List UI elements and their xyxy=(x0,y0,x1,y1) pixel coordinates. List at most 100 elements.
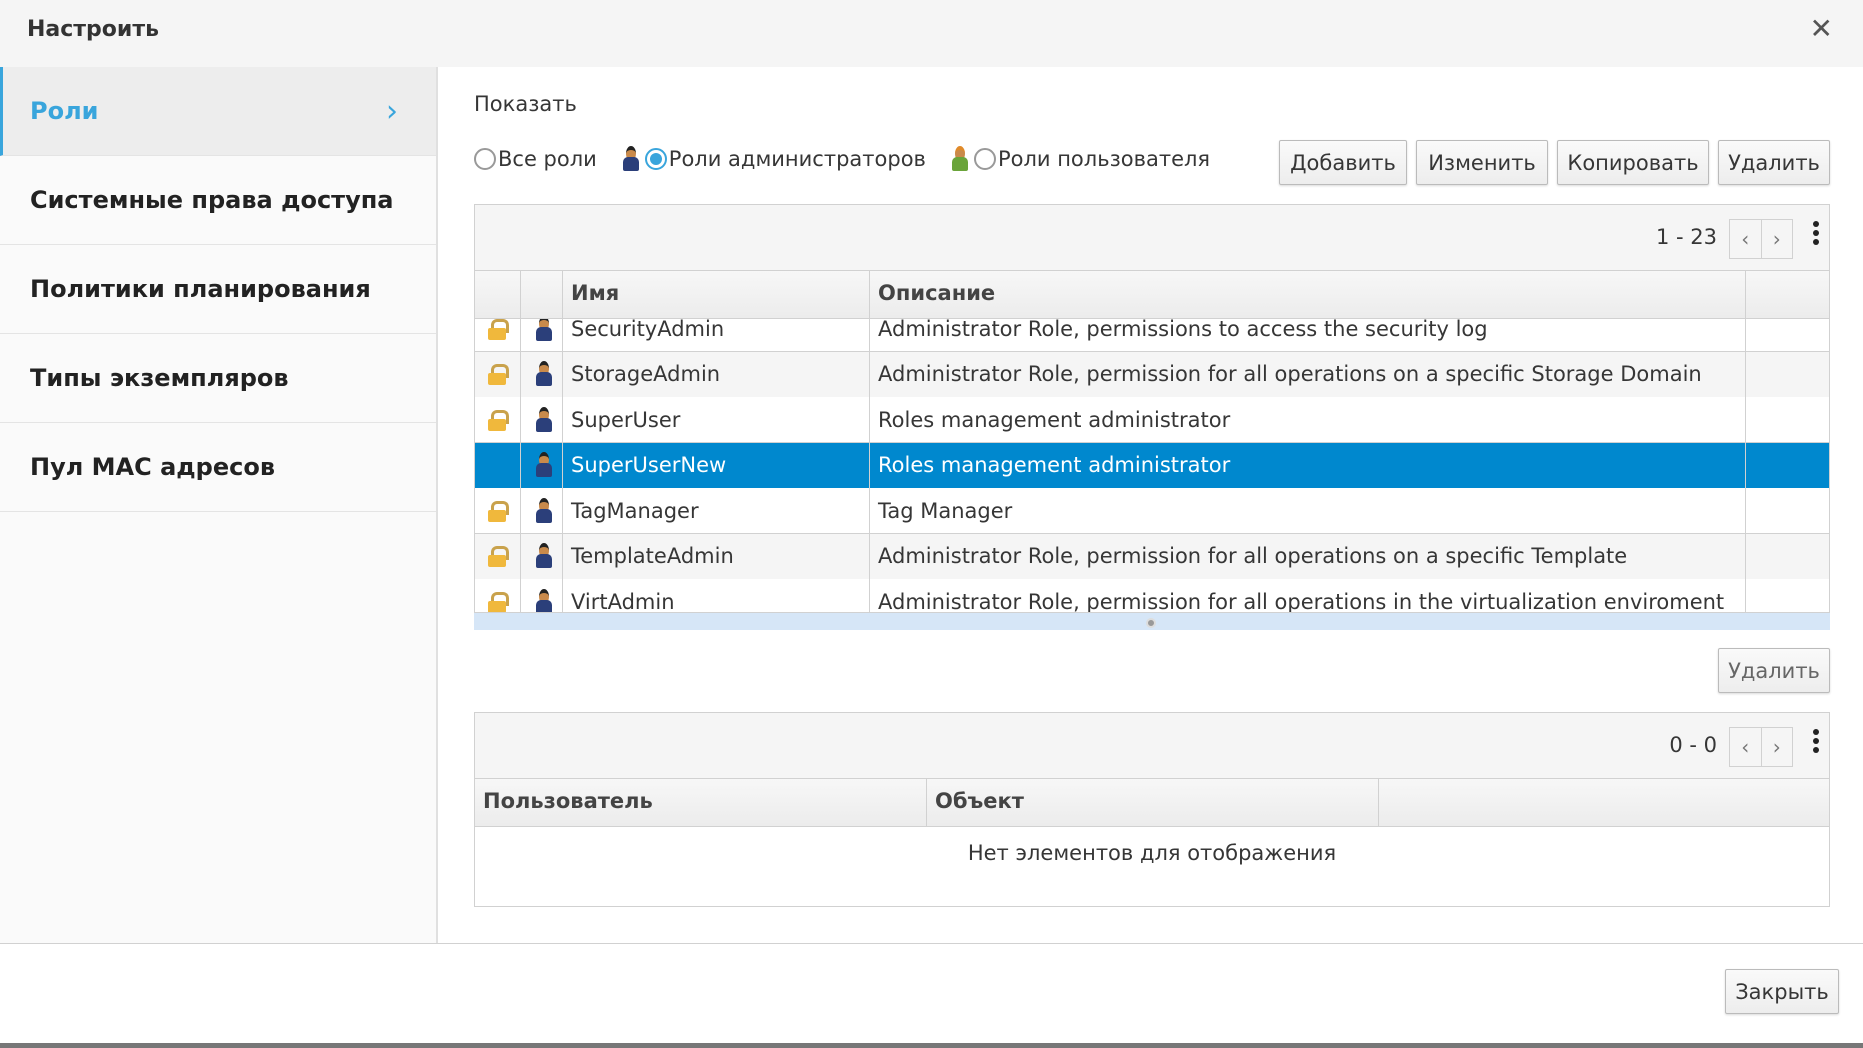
pagination-nav: ‹ › xyxy=(1729,219,1793,259)
dialog-title: Настроить xyxy=(27,17,159,42)
sidebar-item-mac-pools[interactable]: Пул MAC адресов xyxy=(0,423,436,512)
delete-permission-button[interactable]: Удалить xyxy=(1718,648,1830,693)
delete-button[interactable]: Удалить xyxy=(1718,140,1830,185)
table-row[interactable]: TemplateAdmin Administrator Role, permis… xyxy=(475,533,1829,580)
sidebar-item-label: Системные права доступа xyxy=(30,186,394,214)
column-header-description[interactable]: Описание xyxy=(870,271,1746,319)
show-label: Показать xyxy=(474,92,577,116)
table-row[interactable]: TagManager Tag Manager xyxy=(475,488,1829,534)
admin-role-icon xyxy=(536,543,552,569)
role-description: Administrator Role, permission for all o… xyxy=(870,533,1746,579)
column-header-object[interactable]: Объект xyxy=(927,779,1379,827)
pagination-range: 1 - 23 xyxy=(1655,225,1717,249)
lock-cell xyxy=(475,351,521,397)
sidebar-item-system-permissions[interactable]: Системные права доступа xyxy=(0,156,436,245)
lock-icon xyxy=(488,591,509,612)
column-header-user[interactable]: Пользователь xyxy=(475,779,927,827)
permissions-table: 0 - 0 ‹ › Пользователь Объект Нет элемент… xyxy=(474,712,1830,907)
prev-page-icon[interactable]: ‹ xyxy=(1730,220,1761,258)
lock-cell xyxy=(475,397,521,442)
lock-icon xyxy=(488,319,509,340)
close-button[interactable]: Закрыть xyxy=(1725,969,1839,1014)
radio-label: Роли пользователя xyxy=(997,147,1211,171)
lock-cell xyxy=(475,488,521,533)
kebab-menu-icon[interactable] xyxy=(1813,221,1821,248)
lock-cell xyxy=(475,442,521,488)
splitter-handle[interactable] xyxy=(474,613,1830,630)
sidebar: Роли › Системные права доступа Политики п… xyxy=(0,67,438,943)
radio-admin-roles[interactable] xyxy=(644,148,667,170)
role-filter: Все роли Роли администраторов Роли польз… xyxy=(474,146,1210,172)
sidebar-item-roles[interactable]: Роли › xyxy=(0,67,436,156)
admin-user-icon xyxy=(622,146,639,172)
user-icon xyxy=(951,146,968,172)
roles-table-body: SecurityAdmin Administrator Role, permis… xyxy=(475,319,1829,612)
admin-role-icon xyxy=(536,588,552,612)
extra-cell xyxy=(1746,443,1829,488)
table-row[interactable]: StorageAdmin Administrator Role, permiss… xyxy=(475,351,1829,398)
column-header-extra xyxy=(1746,271,1829,319)
extra-cell xyxy=(1746,488,1829,533)
extra-cell xyxy=(1746,319,1829,351)
lock-icon xyxy=(488,546,509,567)
table-row[interactable]: SuperUser Roles management administrator xyxy=(475,397,1829,443)
role-name: SuperUserNew xyxy=(563,442,870,488)
extra-cell xyxy=(1746,352,1829,397)
chevron-right-icon: › xyxy=(386,93,398,129)
extra-cell xyxy=(1746,534,1829,579)
sidebar-item-label: Типы экземпляров xyxy=(30,364,289,392)
type-cell xyxy=(521,579,563,612)
lock-cell xyxy=(475,579,521,612)
role-name: TemplateAdmin xyxy=(563,533,870,579)
empty-message: Нет элементов для отображения xyxy=(967,841,1337,865)
lock-icon xyxy=(488,364,509,385)
table-row[interactable]: VirtAdmin Administrator Role, permission… xyxy=(475,579,1829,612)
type-cell xyxy=(521,351,563,397)
sidebar-item-label: Пул MAC адресов xyxy=(30,453,276,481)
type-cell xyxy=(521,319,563,351)
kebab-menu-icon[interactable] xyxy=(1813,729,1821,756)
sidebar-item-label: Политики планирования xyxy=(30,275,371,303)
type-cell xyxy=(521,533,563,579)
add-button[interactable]: Добавить xyxy=(1279,140,1407,185)
radio-all-roles[interactable] xyxy=(474,148,496,170)
pagination-nav: ‹ › xyxy=(1729,727,1793,767)
splitter-grip-icon xyxy=(1146,618,1156,628)
column-header-extra xyxy=(1379,779,1829,827)
next-page-icon[interactable]: › xyxy=(1760,220,1793,258)
column-header-lock xyxy=(475,271,521,319)
next-page-icon[interactable]: › xyxy=(1760,728,1793,766)
role-name: VirtAdmin xyxy=(563,579,870,612)
sidebar-item-instance-types[interactable]: Типы экземпляров xyxy=(0,334,436,423)
radio-user-roles[interactable] xyxy=(973,148,996,170)
footer-divider xyxy=(0,943,1863,944)
lock-icon xyxy=(488,500,509,522)
role-name: SecurityAdmin xyxy=(563,319,870,351)
sidebar-item-scheduling-policies[interactable]: Политики планирования xyxy=(0,245,436,334)
sidebar-item-label: Роли xyxy=(30,97,99,125)
prev-page-icon[interactable]: ‹ xyxy=(1730,728,1761,766)
column-header-type xyxy=(521,271,563,319)
bottom-border xyxy=(0,1043,1863,1048)
role-name: StorageAdmin xyxy=(563,351,870,397)
admin-role-icon xyxy=(536,406,552,433)
role-description: Administrator Role, permission for all o… xyxy=(870,579,1746,612)
table-row[interactable]: SuperUserNew Roles management administra… xyxy=(475,442,1829,489)
admin-role-icon xyxy=(536,452,552,478)
table-toolbar: 1 - 23 ‹ › xyxy=(475,205,1829,271)
dialog-header: Настроить ✕ xyxy=(0,0,1863,67)
edit-button[interactable]: Изменить xyxy=(1416,140,1548,185)
pagination-range: 0 - 0 xyxy=(1669,733,1717,757)
role-name: SuperUser xyxy=(563,397,870,442)
close-icon[interactable]: ✕ xyxy=(1810,12,1833,45)
role-description: Administrator Role, permission for all o… xyxy=(870,351,1746,397)
radio-label: Все роли xyxy=(498,147,597,171)
table-row[interactable]: SecurityAdmin Administrator Role, permis… xyxy=(475,319,1829,352)
role-description: Roles management administrator xyxy=(870,442,1746,488)
extra-cell xyxy=(1746,397,1829,442)
lock-cell xyxy=(475,319,521,351)
column-header-name[interactable]: Имя xyxy=(563,271,870,319)
role-description: Tag Manager xyxy=(870,488,1746,533)
copy-button[interactable]: Копировать xyxy=(1557,140,1709,185)
role-description: Roles management administrator xyxy=(870,397,1746,442)
